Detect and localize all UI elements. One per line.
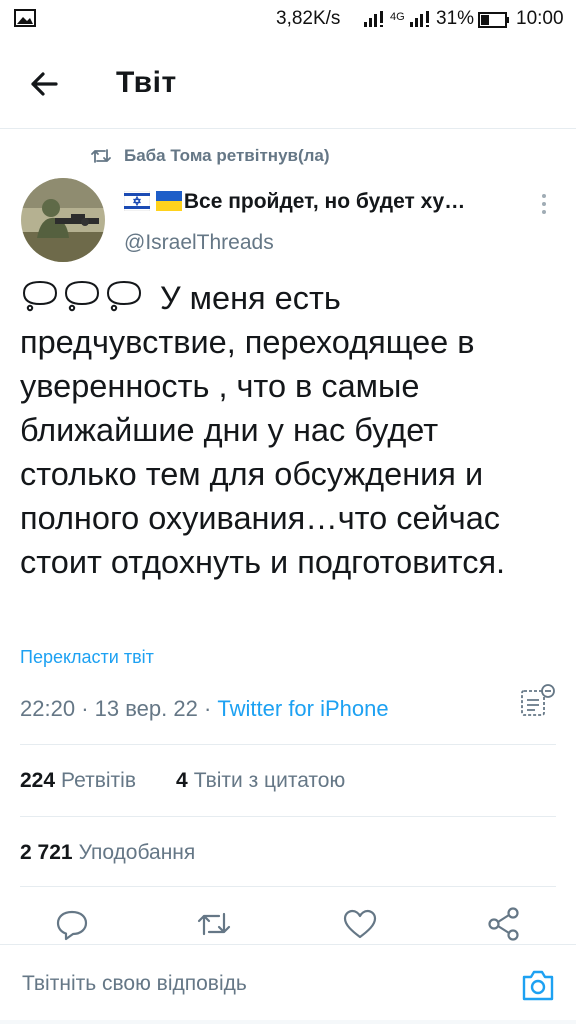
share-icon: [484, 904, 524, 944]
status-bar: 3,82K/s 4G 31% 10:00: [0, 0, 576, 40]
bottom-edge: [0, 1020, 576, 1024]
more-vertical-icon: [534, 192, 554, 216]
battery-icon: [478, 12, 510, 28]
reply-icon: [52, 904, 92, 944]
arrow-left-icon: [26, 66, 66, 102]
signal-icon: [408, 10, 432, 28]
retweet-icon: [90, 147, 112, 165]
thought-bubble-icon: [20, 277, 148, 313]
likes-count: 2 721: [20, 841, 73, 864]
retweeted-by-label: Баба Тома ретвітнув(ла): [124, 146, 330, 165]
tweet-body: У меня есть предчувствие, переходящее в …: [20, 280, 506, 580]
retweet-button[interactable]: [194, 904, 234, 944]
author-handle[interactable]: @IsraelThreads: [124, 231, 274, 255]
top-app-bar: Твіт: [0, 40, 576, 129]
like-icon: [340, 904, 380, 944]
retweet-icon: [194, 904, 234, 944]
tweet-meta: 22:20 · 13 вер. 22 · Twitter for iPhone: [20, 696, 389, 722]
signal-icon: [362, 10, 386, 28]
retweets-stat[interactable]: 224 Ретвітів: [20, 769, 136, 793]
divider: [20, 886, 556, 887]
battery-percent: 31%: [436, 8, 475, 29]
ukraine-flag-icon: [155, 191, 182, 211]
image-icon: [14, 9, 36, 27]
likes-label: Уподобання: [78, 841, 196, 864]
network-type: 4G: [390, 11, 405, 23]
tweet-text: У меня есть предчувствие, переходящее в …: [20, 276, 560, 584]
like-button[interactable]: [340, 904, 380, 944]
quotes-label: Твіти з цитатою: [193, 769, 346, 792]
retweets-count: 224: [20, 769, 56, 792]
israel-flag-icon: [124, 191, 150, 211]
back-button[interactable]: [26, 66, 66, 102]
divider: [20, 744, 556, 745]
reply-composer: Твітніть свою відповідь: [0, 944, 576, 1025]
more-options-button[interactable]: [534, 192, 554, 216]
avatar[interactable]: [21, 178, 105, 262]
clock: 10:00: [516, 8, 564, 29]
meta-separator: ·: [203, 696, 212, 721]
tweet-source[interactable]: Twitter for iPhone: [217, 696, 388, 721]
tweet-analytics-button[interactable]: [518, 682, 558, 718]
retweets-label: Ретвітів: [61, 769, 136, 792]
divider: [20, 816, 556, 817]
reply-button[interactable]: [52, 904, 92, 944]
camera-icon: [518, 965, 558, 1005]
translate-tweet-link[interactable]: Перекласти твіт: [20, 647, 154, 668]
quotes-stat[interactable]: 4 Твіти з цитатою: [176, 769, 345, 793]
share-button[interactable]: [484, 904, 524, 944]
page-title: Твіт: [116, 66, 177, 99]
quotes-count: 4: [176, 769, 188, 792]
author-name[interactable]: Все пройдет, но будет ху…: [124, 190, 465, 217]
reply-input[interactable]: Твітніть свою відповідь: [22, 972, 247, 996]
author-name-label: Все пройдет, но будет ху…: [183, 190, 466, 213]
flags: [124, 191, 182, 217]
likes-stat[interactable]: 2 721 Уподобання: [20, 841, 195, 865]
tweet-date: 13 вер. 22: [94, 696, 198, 721]
camera-button[interactable]: [518, 965, 558, 1005]
meta-separator: ·: [81, 696, 89, 721]
network-speed: 3,82K/s: [276, 8, 341, 29]
analytics-icon: [518, 682, 558, 718]
tweet-time: 22:20: [20, 696, 76, 721]
